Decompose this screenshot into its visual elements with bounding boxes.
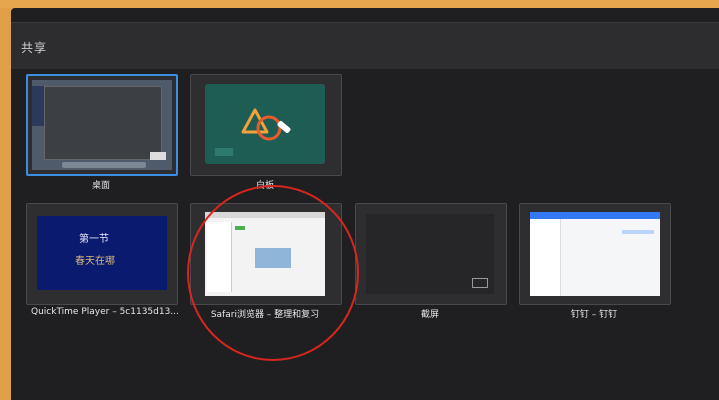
dialog-header: 共享	[11, 22, 719, 69]
tile-label-desktop: 桌面	[91, 181, 110, 191]
tile-label-screenshot: 截屏	[420, 310, 439, 320]
share-tile-screenshot[interactable]	[355, 203, 507, 305]
video-text-line2: 春天在哪	[75, 256, 115, 267]
dialog-title: 共享	[21, 41, 48, 55]
video-text-line1: 第一节	[79, 234, 109, 245]
screenshot-preview	[366, 214, 494, 294]
whiteboard-preview	[205, 84, 325, 164]
share-tile-quicktime[interactable]: 第一节 春天在哪	[26, 203, 178, 305]
whiteboard-shapes-icon	[215, 108, 291, 156]
tile-label-dingtalk: 钉钉 – 钉钉	[570, 310, 618, 320]
share-dialog: 共享 桌面 白板 第一节 春天在哪 QuickTime Player – 5c1…	[11, 8, 719, 400]
share-tile-desktop[interactable]	[26, 74, 178, 176]
highlight-circle	[187, 185, 359, 361]
background-top	[0, 0, 719, 8]
desktop-preview	[32, 80, 172, 170]
tile-label-quicktime: QuickTime Player – 5c1135d13...	[31, 307, 179, 317]
share-tile-whiteboard[interactable]	[190, 74, 342, 176]
video-preview: 第一节 春天在哪	[37, 216, 167, 290]
share-tile-dingtalk[interactable]	[519, 203, 671, 305]
chat-app-preview	[530, 212, 660, 296]
